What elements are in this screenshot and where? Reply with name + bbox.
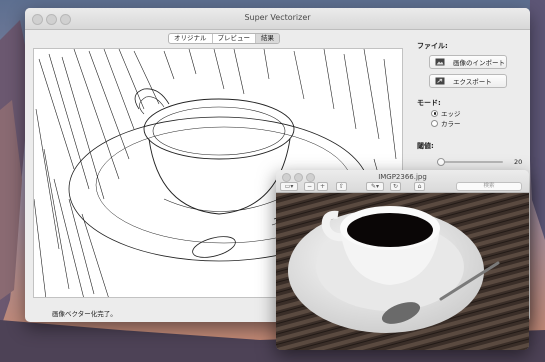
export-button[interactable]: エクスポート: [429, 74, 507, 88]
status-text: 画像ベクター化完了。: [52, 310, 117, 318]
coffee-photo-image: [276, 193, 529, 350]
share-icon[interactable]: ⇧: [336, 182, 347, 191]
threshold-label: 閾値:: [417, 142, 434, 150]
view-mode-tabs: オリジナル プレビュー 結果: [168, 33, 280, 44]
mode-label: モード:: [417, 99, 441, 107]
image-import-icon: [435, 58, 445, 66]
zoom-in-icon[interactable]: +: [317, 182, 328, 191]
threshold-value: 20: [514, 158, 523, 166]
preview-window-title: IMGP2366.jpg: [378, 173, 427, 181]
markup-pen-icon[interactable]: ✎▾: [366, 182, 384, 191]
toolbox-icon[interactable]: ⌂: [414, 182, 425, 191]
title-bar[interactable]: Super Vectorizer: [25, 8, 530, 30]
import-image-label: 画像のインポート: [453, 59, 505, 67]
threshold-slider[interactable]: [436, 158, 503, 166]
mode-option-edge-label: エッジ: [441, 110, 461, 118]
preview-app-window: IMGP2366.jpg ▭▾ − + ⇧ ✎▾ ↻ ⌂ 検索: [276, 170, 529, 350]
zoom-out-icon[interactable]: −: [304, 182, 315, 191]
coffee-cup-photo: [276, 193, 529, 350]
tab-preview[interactable]: プレビュー: [213, 34, 256, 43]
window-title: Super Vectorizer: [244, 13, 311, 22]
mode-option-color[interactable]: カラー: [431, 118, 461, 128]
import-image-button[interactable]: 画像のインポート: [429, 55, 507, 69]
tab-result[interactable]: 結果: [256, 34, 279, 43]
search-input[interactable]: 検索: [456, 182, 522, 191]
mode-option-color-label: カラー: [441, 120, 461, 128]
rotate-icon[interactable]: ↻: [390, 182, 401, 191]
radio-button[interactable]: [431, 119, 438, 127]
file-label: ファイル:: [417, 42, 448, 50]
sidebar-toggle-icon[interactable]: ▭▾: [280, 182, 298, 191]
mode-option-edge[interactable]: エッジ: [431, 108, 461, 118]
threshold-slider-knob[interactable]: [436, 158, 445, 166]
tab-original[interactable]: オリジナル: [169, 34, 213, 43]
preview-toolbar[interactable]: IMGP2366.jpg ▭▾ − + ⇧ ✎▾ ↻ ⌂ 検索: [276, 170, 529, 193]
radio-button-selected[interactable]: [431, 109, 438, 117]
export-icon: [435, 77, 445, 85]
export-label: エクスポート: [453, 78, 492, 86]
